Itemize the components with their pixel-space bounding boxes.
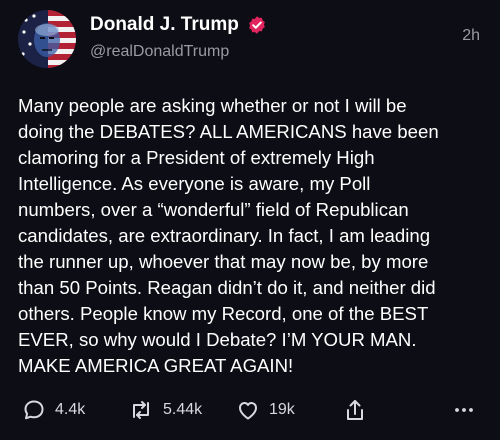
author-name-row: Donald J. Trump xyxy=(90,14,267,36)
flag-portrait-avatar-icon xyxy=(18,10,76,68)
like-count: 19k xyxy=(269,401,295,418)
avatar[interactable] xyxy=(18,10,76,68)
repost-count: 5.44k xyxy=(163,401,203,418)
like-button[interactable]: 19k xyxy=(236,398,295,422)
more-icon xyxy=(455,408,473,412)
post-timestamp[interactable]: 2h xyxy=(462,27,480,45)
reply-button[interactable]: 4.4k xyxy=(22,398,85,422)
reply-count: 4.4k xyxy=(55,401,86,418)
author-name[interactable]: Donald J. Trump xyxy=(90,14,239,36)
more-options-button[interactable] xyxy=(452,398,476,422)
repost-icon xyxy=(133,401,149,419)
share-button[interactable] xyxy=(343,398,367,424)
post-card: Donald J. Trump @realDonaldTrump 2h Many… xyxy=(0,0,500,440)
reply-icon xyxy=(24,400,44,420)
action-bar: 4.4k 5.44k 19k xyxy=(0,398,500,424)
post-text: Many people are asking whether or not I … xyxy=(18,95,439,376)
repost-button[interactable]: 5.44k xyxy=(128,398,202,422)
heart-icon xyxy=(239,402,257,420)
author-handle[interactable]: @realDonaldTrump xyxy=(90,43,229,61)
share-icon xyxy=(347,400,363,420)
verified-badge-icon xyxy=(247,15,267,35)
